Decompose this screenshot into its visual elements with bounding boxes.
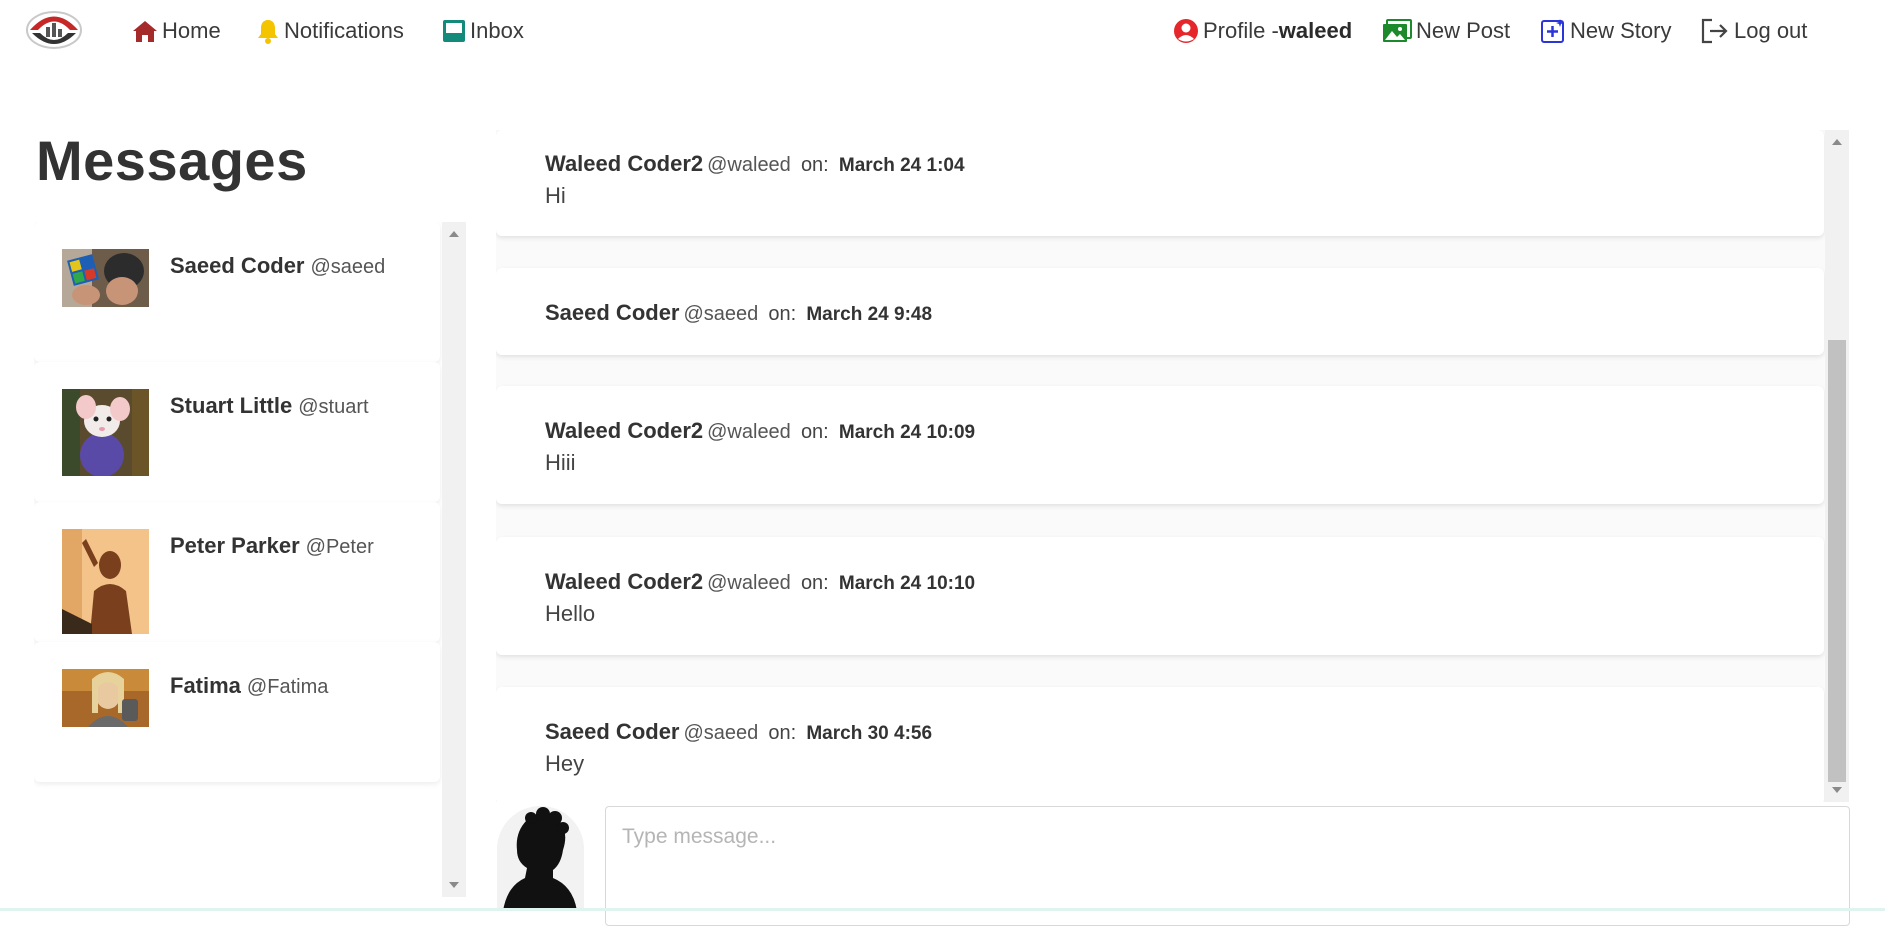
message-author: Waleed Coder2 <box>545 418 704 443</box>
message-handle: @saeed <box>683 303 759 325</box>
message-on-label: on: <box>768 303 797 325</box>
contact-name-row: Peter Parker @Peter <box>170 533 374 559</box>
nav-notifications-label: Notifications <box>284 18 404 43</box>
contact-handle: @Fatima <box>246 676 329 698</box>
message-handle: @waleed <box>707 421 791 443</box>
message-timestamp: March 30 4:56 <box>806 723 933 744</box>
contact-name: Saeed Coder <box>170 253 305 278</box>
current-user-avatar <box>497 806 584 911</box>
nav-home-link[interactable]: Home <box>132 14 221 48</box>
contact-item[interactable]: Peter Parker @Peter <box>34 502 440 642</box>
contact-item[interactable]: Saeed Coder @saeed <box>34 222 440 362</box>
messages-scrollbar[interactable] <box>1825 130 1849 802</box>
user-circle-icon <box>1174 19 1198 43</box>
message-header: Saeed Coder @saeed on: March 30 4:56 <box>545 719 932 745</box>
plus-square-icon <box>1541 19 1564 43</box>
contact-name-row: Stuart Little @stuart <box>170 393 369 419</box>
nav-logout-label: Log out <box>1734 18 1808 43</box>
contact-avatar <box>62 249 149 307</box>
contact-name: Fatima <box>170 673 241 698</box>
contact-name: Peter Parker <box>170 533 300 558</box>
message-text: Hi <box>545 183 566 208</box>
contact-name-row: Fatima @Fatima <box>170 673 328 699</box>
message-item: Saeed Coder @saeed on: March 24 9:48 <box>496 268 1824 355</box>
message-item: Waleed Coder2 @waleed on: March 24 10:09 … <box>496 386 1824 504</box>
message-on-label: on: <box>800 154 829 176</box>
logout-icon <box>1701 18 1728 44</box>
message-timestamp: March 24 10:10 <box>838 573 976 594</box>
contacts-scrollbar[interactable] <box>442 222 466 897</box>
nav-logout-link[interactable]: Log out <box>1700 14 1807 48</box>
contact-avatar <box>62 389 149 476</box>
message-on-label: on: <box>768 722 797 744</box>
nav-new-story-link[interactable]: New Story <box>1540 14 1671 48</box>
message-thread: Waleed Coder2 @waleed on: March 24 1:04 H… <box>496 130 1849 802</box>
message-on-label: on: <box>800 421 829 443</box>
nav-new-story-label: New Story <box>1570 18 1672 43</box>
scrollbar-thumb[interactable] <box>1828 340 1846 782</box>
message-timestamp: March 24 9:48 <box>806 304 933 325</box>
bell-icon <box>258 20 278 44</box>
message-handle: @saeed <box>683 722 759 744</box>
message-header: Waleed Coder2 @waleed on: March 24 1:04 <box>545 151 965 177</box>
contact-item[interactable]: Fatima @Fatima <box>34 642 440 782</box>
scroll-down-icon[interactable] <box>1832 787 1842 793</box>
nav-notifications-link[interactable]: Notifications <box>256 14 404 48</box>
contact-item[interactable]: Stuart Little @stuart <box>34 362 440 502</box>
home-icon <box>133 21 157 42</box>
site-logo[interactable] <box>24 9 84 51</box>
message-header: Saeed Coder @saeed on: March 24 9:48 <box>545 300 932 326</box>
nav-new-post-label: New Post <box>1416 18 1511 43</box>
nav-inbox-label: Inbox <box>470 18 524 43</box>
contact-handle: @Peter <box>305 536 374 558</box>
message-header: Waleed Coder2 @waleed on: March 24 10:09 <box>545 418 975 444</box>
contact-avatar <box>62 529 149 634</box>
contact-avatar <box>62 669 149 727</box>
contact-name: Stuart Little <box>170 393 293 418</box>
contact-handle: @saeed <box>310 256 386 278</box>
message-header: Waleed Coder2 @waleed on: March 24 10:10 <box>545 569 975 595</box>
inbox-icon <box>443 20 465 42</box>
contacts-list: Saeed Coder@saeed Stuart Little@stuart <box>34 222 466 897</box>
message-handle: @waleed <box>707 154 791 176</box>
message-timestamp: March 24 10:09 <box>838 422 976 443</box>
message-author: Waleed Coder2 <box>545 569 704 594</box>
nav-profile-link[interactable]: Profile - waleed <box>1173 14 1352 48</box>
nav-new-post-link[interactable]: New Post <box>1382 14 1510 48</box>
message-text: Hiii <box>545 450 576 475</box>
nav-home-label: Home <box>162 18 221 43</box>
message-text: Hello <box>545 601 596 626</box>
scroll-down-icon[interactable] <box>449 882 459 888</box>
message-item: Saeed Coder @saeed on: March 30 4:56 Hey <box>496 687 1824 802</box>
top-navbar: Home Notifications Inbox Profile - waleed… <box>0 0 1885 62</box>
message-item: Waleed Coder2 @waleed on: March 24 10:10 … <box>496 537 1824 655</box>
message-handle: @waleed <box>707 572 791 594</box>
scroll-up-icon[interactable] <box>449 231 459 237</box>
message-timestamp: March 24 1:04 <box>838 155 965 176</box>
message-author: Saeed Coder <box>545 719 680 744</box>
message-author: Waleed Coder2 <box>545 151 704 176</box>
message-item: Waleed Coder2 @waleed on: March 24 1:04 H… <box>496 130 1824 236</box>
scroll-up-icon[interactable] <box>1832 139 1842 145</box>
message-text: Hey <box>545 751 585 776</box>
contact-name-row: Saeed Coder @saeed <box>170 253 385 279</box>
contact-handle: @stuart <box>298 396 369 418</box>
images-icon <box>1383 19 1412 42</box>
message-author: Saeed Coder <box>545 300 680 325</box>
nav-profile-prefix: Profile - <box>1203 18 1279 43</box>
message-on-label: on: <box>800 572 829 594</box>
page-title: Messages <box>36 129 308 192</box>
nav-profile-username: waleed <box>1278 18 1353 43</box>
nav-inbox-link[interactable]: Inbox <box>442 14 524 48</box>
